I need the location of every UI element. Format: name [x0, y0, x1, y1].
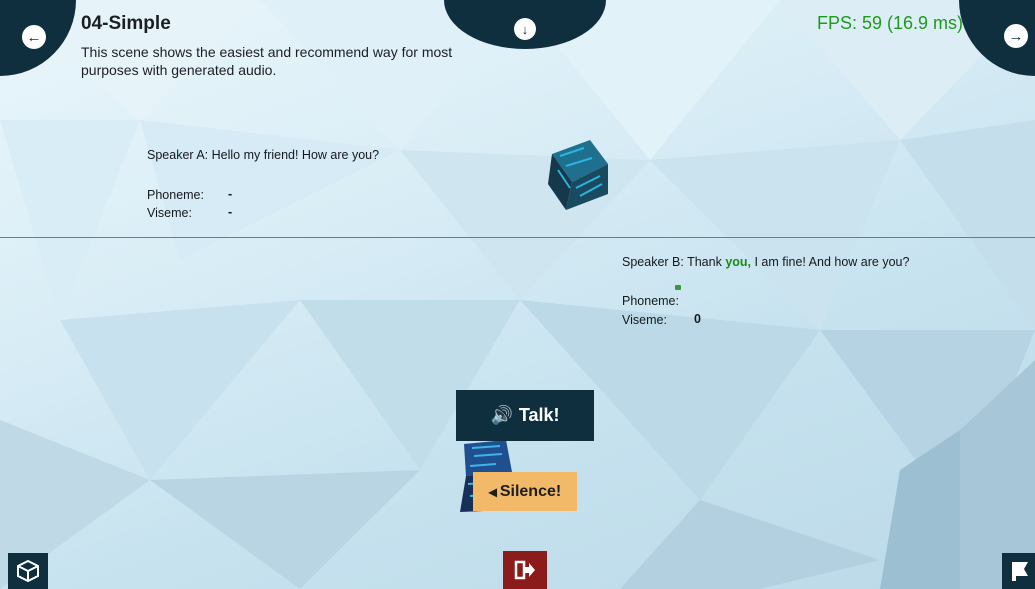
speaker-b-highlight-word: you,: [725, 255, 752, 269]
silence-button[interactable]: ◂ Silence!: [473, 472, 577, 511]
exit-button[interactable]: [503, 551, 547, 589]
speaker-a-cube: [548, 140, 608, 210]
speaker-b-label: Speaker B: Thank: [622, 255, 726, 269]
speaker-icon: 🔊: [490, 405, 513, 425]
fps-counter: FPS: 59 (16.9 ms): [817, 13, 964, 33]
phoneme-indicator: [675, 285, 681, 290]
speaker-a-line: Speaker A: Hello my friend! How are you?: [147, 148, 379, 162]
speaker-b-text: I am fine! And how are you?: [751, 255, 910, 269]
speaker-a-phoneme-value: -: [228, 187, 233, 201]
arrow-down-icon: ↓: [521, 21, 529, 37]
speaker-a-phoneme-label: Phoneme:: [147, 188, 204, 202]
speaker-mute-icon: ◂: [488, 483, 497, 501]
talk-button[interactable]: 🔊 Talk!: [456, 390, 594, 441]
unity-logo-icon: [17, 559, 39, 583]
silence-button-label: Silence!: [499, 482, 562, 500]
speaker-b-phoneme-label: Phoneme:: [622, 294, 679, 308]
prev-scene-button[interactable]: ←: [22, 25, 46, 49]
scene-description: This scene shows the easiest and recomme…: [81, 44, 453, 78]
exit-icon: [514, 560, 535, 580]
speaker-a-label: Speaker A:: [147, 148, 212, 162]
flag-button[interactable]: [1002, 553, 1035, 589]
arrow-right-icon: →: [1008, 27, 1024, 45]
toggle-panel-button[interactable]: ↓: [514, 18, 536, 40]
unity-logo-button[interactable]: [8, 553, 48, 589]
scene-title: 04-Simple: [81, 13, 171, 34]
flag-icon: [1011, 562, 1028, 581]
speaker-b-line: Speaker B: Thank you, I am fine! And how…: [622, 255, 909, 269]
speaker-a-viseme-value: -: [228, 205, 233, 219]
speaker-a-viseme-label: Viseme:: [147, 206, 192, 220]
speaker-b-viseme-value: 0: [694, 312, 701, 326]
talk-button-label: Talk!: [518, 405, 560, 425]
arrow-left-icon: ←: [26, 28, 42, 46]
next-scene-button[interactable]: →: [1004, 24, 1028, 48]
speaker-b-viseme-label: Viseme:: [622, 313, 667, 327]
split-divider: [0, 237, 1035, 238]
speaker-a-text: Hello my friend! How are you?: [211, 148, 380, 162]
